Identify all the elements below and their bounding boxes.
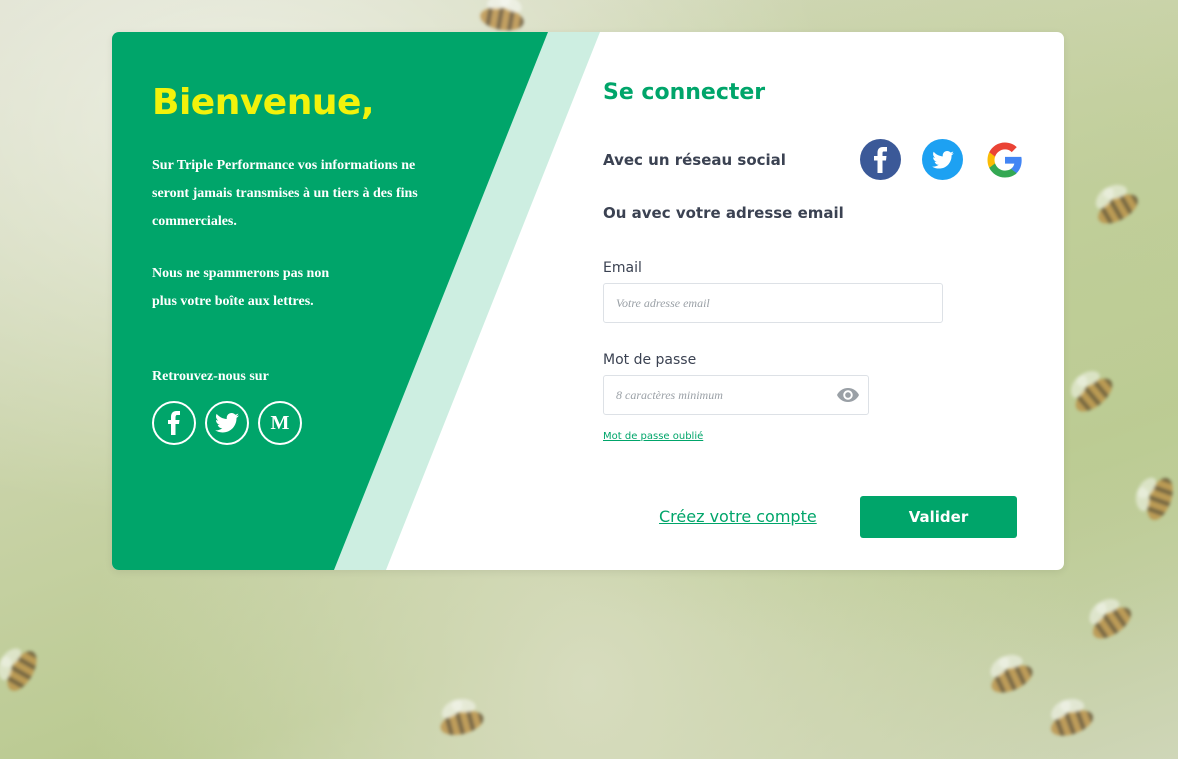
follow-medium-button[interactable]: M — [258, 401, 302, 445]
twitter-icon — [215, 413, 239, 433]
twitter-icon — [931, 150, 954, 169]
bee-image — [437, 706, 487, 740]
facebook-icon — [873, 146, 887, 173]
bee-image — [1142, 474, 1178, 524]
welcome-paragraph-spam: Nous ne spammerons pas non plus votre bo… — [152, 266, 330, 309]
login-title: Se connecter — [603, 80, 766, 105]
follow-us-label: Retrouvez-nous sur — [152, 369, 269, 384]
bee-image — [1047, 705, 1097, 741]
facebook-login-button[interactable] — [860, 139, 901, 180]
forgot-password-link[interactable]: Mot de passe oublié — [603, 431, 703, 442]
google-icon — [987, 142, 1022, 177]
password-input[interactable] — [603, 375, 869, 415]
bee-image — [478, 4, 526, 34]
medium-icon: M — [270, 411, 290, 434]
welcome-title: Bienvenue, — [152, 82, 375, 123]
email-label: Email — [603, 260, 642, 276]
password-label: Mot de passe — [603, 352, 697, 368]
follow-twitter-button[interactable] — [205, 401, 249, 445]
social-login-icons — [860, 139, 1025, 180]
bee-image — [1093, 188, 1143, 230]
bee-image — [1070, 372, 1118, 418]
follow-us-icons: M — [152, 401, 302, 445]
social-login-label: Avec un réseau social — [603, 151, 786, 169]
welcome-paragraph-privacy: Sur Triple Performance vos informations … — [152, 158, 418, 229]
show-password-eye-icon[interactable] — [837, 388, 859, 402]
twitter-login-button[interactable] — [922, 139, 963, 180]
email-login-label: Ou avec votre adresse email — [603, 204, 844, 222]
login-card: Bienvenue, Sur Triple Performance vos in… — [112, 32, 1064, 570]
google-login-button[interactable] — [984, 139, 1025, 180]
bee-image — [1, 646, 43, 696]
facebook-icon — [168, 411, 180, 435]
email-input[interactable] — [603, 283, 943, 323]
bee-image — [1087, 601, 1137, 645]
create-account-link[interactable]: Créez votre compte — [659, 507, 817, 526]
follow-facebook-button[interactable] — [152, 401, 196, 445]
submit-button[interactable]: Valider — [860, 496, 1017, 538]
bee-image — [987, 659, 1037, 699]
